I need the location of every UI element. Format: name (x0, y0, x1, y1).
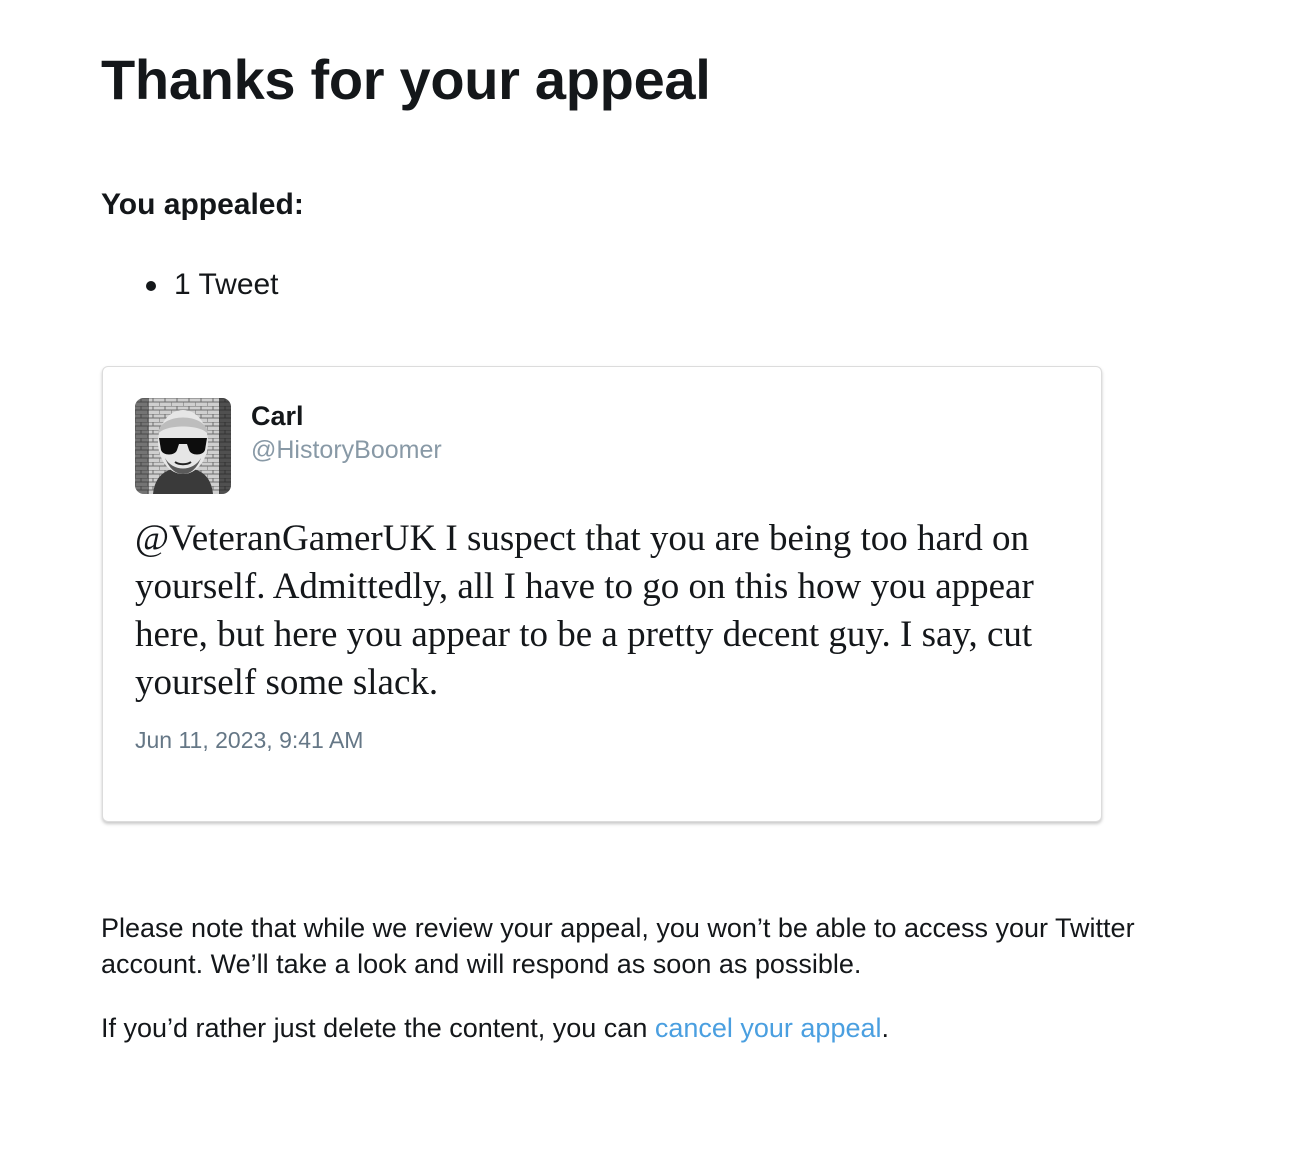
tweet-author-handle: @HistoryBoomer (251, 436, 442, 464)
bullet-icon (146, 281, 156, 291)
avatar-photo-icon (135, 398, 231, 494)
cancel-prefix: If you’d rather just delete the content,… (101, 1013, 655, 1043)
tweet-timestamp: Jun 11, 2023, 9:41 AM (135, 727, 364, 753)
page-title: Thanks for your appeal (101, 48, 711, 111)
cancel-appeal-link[interactable]: cancel your appeal (655, 1013, 882, 1043)
tweet-author-name: Carl (251, 401, 304, 431)
cancel-suffix: . (881, 1013, 890, 1043)
list-item: 1 Tweet (101, 266, 279, 304)
appealed-item-label: 1 Tweet (174, 268, 279, 301)
appealed-list: 1 Tweet (101, 266, 279, 304)
appealed-label: You appealed: (101, 188, 304, 221)
tweet-text: @VeteranGamerUK I suspect that you are b… (135, 518, 1034, 703)
avatar (135, 398, 231, 494)
tweet-card: Carl @HistoryBoomer @VeteranGamerUK I su… (102, 366, 1102, 822)
review-note: Please note that while we review your ap… (101, 913, 1135, 979)
cancel-appeal-text: If you’d rather just delete the content,… (101, 1010, 889, 1046)
